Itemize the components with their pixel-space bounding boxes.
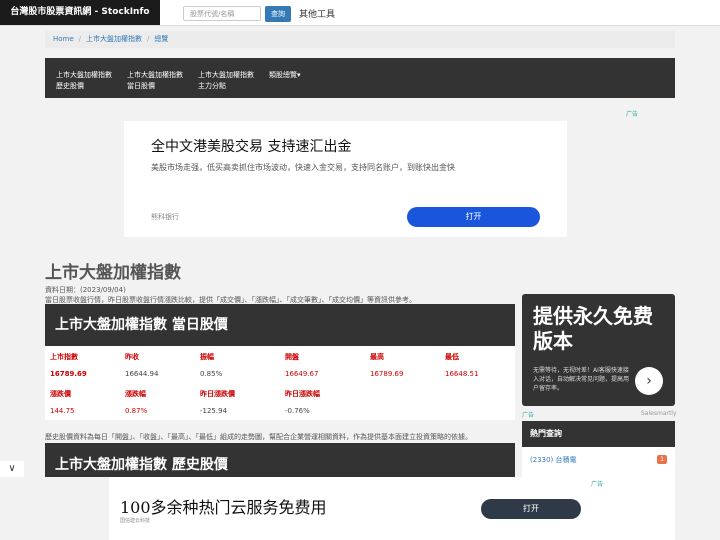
nav-today-price[interactable]: 上市大盤加權指數 當日股價 [127,70,183,92]
arrow-right-icon[interactable]: › [635,367,663,395]
ad-sponsor: Salesmartly [641,410,677,417]
quote-value: 0.85% [200,370,223,378]
breadcrumb-index[interactable]: 上市大盤加權指數 [86,35,142,43]
ad-headline: 提供永久免费版本 [533,304,653,353]
site-brand[interactable]: 台灣股市股票資訊網 - StockInfo [0,0,160,25]
quote-header: 上市指數 [50,353,78,361]
ad-open-button[interactable]: 打开 [407,207,540,227]
ad-title: 100多余种热门云服务免费用 [120,498,327,517]
quote-header: 振幅 [200,353,214,361]
ad-open-button[interactable]: 打开 [481,499,581,519]
quote-header: 昨日漲跌幅 [285,390,320,398]
top-bar: 台灣股市股票資訊網 - StockInfo 股票代號/名稱 查詢 其他工具 [0,0,720,26]
quote-value: -125.94 [200,407,228,415]
quote-value: 16789.69 [50,370,87,378]
nav-label: 主力分點 [198,82,226,90]
section-nav: 上市大盤加權指數 歷史股價 上市大盤加權指數 當日股價 上市大盤加權指數 主力分點 類… [45,58,675,98]
quote-header: 最低 [445,353,459,361]
nav-history-price[interactable]: 上市大盤加權指數 歷史股價 [56,70,112,92]
quote-header: 昨收 [125,353,139,361]
nav-label: 上市大盤加權指數 [56,71,112,79]
breadcrumb-separator: / [78,35,82,43]
data-date: 資料日期：(2023/09/04) [45,286,126,294]
tools-menu[interactable]: 其他工具 [299,7,335,20]
quote-header: 最高 [370,353,384,361]
ad-brand: 国信建云科技 [120,518,151,524]
quote-value: 16644.94 [125,370,159,378]
quote-header: 漲跌價 [50,390,71,398]
quote-header: 昨日漲跌價 [200,390,235,398]
nav-sector-overview[interactable]: 類股總覽▾ [269,70,301,81]
nav-label: 類股總覽 [269,71,297,79]
quote-value: 144.75 [50,407,75,415]
quote-value: -0.76% [285,407,310,415]
search-button[interactable]: 查詢 [265,6,291,22]
nav-label: 當日股價 [127,82,155,90]
panel-history-heading: 上市大盤加權指數 歷史股價 [45,443,515,477]
caret-down-icon: ▾ [297,71,301,79]
adchoice-label[interactable]: 广告 [591,479,603,488]
nav-broker-branch[interactable]: 上市大盤加權指數 主力分點 [198,70,254,92]
breadcrumb-separator: / [147,35,150,43]
history-description: 歷史股價資料為每日「開盤」、「收盤」、「最高」、「最低」組成的走勢圖，幫配合企業… [45,433,472,441]
ad-banner-top[interactable]: 全中文港美股交易 支持速汇出金 美股市场走强，低买高卖抓住市场波动，快速入金交易… [124,121,567,237]
ad-right[interactable]: 提供永久免费版本 无需等待，无视时差！AI客服快速接入对话，自动解决常见问题，提… [522,294,675,406]
rank-badge: 1 [657,455,667,464]
breadcrumb: Home / 上市大盤加權指數 / 總覽 [45,31,675,48]
hot-query-item[interactable]: (2330) 台積電 [530,455,577,465]
panel-today-price-heading: 上市大盤加權指數 當日股價 [45,304,515,346]
quote-value: 16648.51 [445,370,479,378]
quote-header: 漲跌幅 [125,390,146,398]
breadcrumb-home[interactable]: Home [53,35,74,43]
nav-label: 上市大盤加權指數 [127,71,183,79]
quote-header: 開盤 [285,353,299,361]
ad-brand: 熊科银行 [151,213,179,221]
adchoice-label[interactable]: 广告 [522,410,534,419]
ad-body: 无需等待，无视时差！AI客服快速接入对话，自动解决常见问题，提高用户留存率。 [533,367,630,392]
quote-table: 上市指數 昨收 振幅 開盤 最高 最低 16789.69 16644.94 0.… [45,346,515,420]
page-title: 上市大盤加權指數 [45,263,181,283]
ad-banner-bottom[interactable]: 100多余种热门云服务免费用 国信建云科技 打开 广告 [109,477,612,540]
quote-value: 0.87% [125,407,148,415]
nav-label: 上市大盤加權指數 [198,71,254,79]
quote-value: 16789.69 [370,370,404,378]
search-input[interactable]: 股票代號/名稱 [183,6,261,21]
chevron-down-icon[interactable]: ∨ [0,461,24,477]
quote-value: 16649.67 [285,370,319,378]
breadcrumb-overview[interactable]: 總覽 [154,35,168,43]
adchoice-label[interactable]: 广告 [626,109,638,118]
ad-title: 全中文港美股交易 支持速汇出金 [151,139,352,155]
nav-label: 歷史股價 [56,82,84,90]
hot-queries-title: 熱門查詢 [522,421,675,447]
ad-subtitle: 美股市场走强，低买高卖抓住市场波动，快速入金交易，支持同名账户，到账快出金快 [151,163,455,172]
